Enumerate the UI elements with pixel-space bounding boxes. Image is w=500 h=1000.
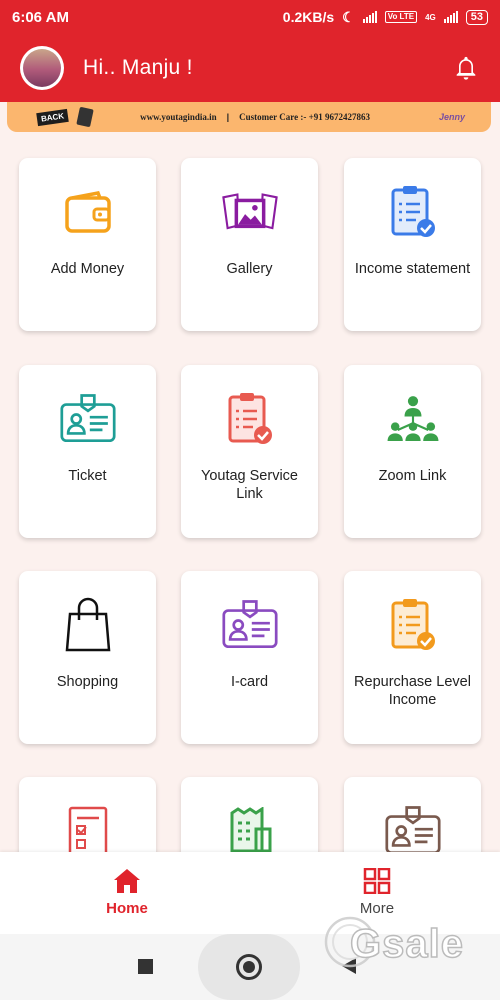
clipboard-check-icon	[222, 391, 278, 447]
system-home-button[interactable]	[198, 934, 300, 1000]
banner-separator: |	[226, 112, 230, 122]
receipt-icon	[222, 803, 278, 859]
menu-card-label: I-card	[230, 674, 269, 690]
status-bar: 6:06 AM 0.2KB/s ☾ Vo LTE 4G 53	[0, 0, 500, 34]
network-people-icon	[385, 391, 441, 447]
id-badge-icon	[221, 597, 278, 653]
promo-banner[interactable]: BACK www.youtagindia.in | Customer Care …	[7, 102, 491, 132]
clipboard-check-icon	[385, 184, 441, 240]
menu-card-label: Gallery	[226, 261, 273, 277]
status-time: 6:06 AM	[12, 8, 69, 26]
gallery-icon	[221, 184, 278, 240]
menu-card-label: Repurchase Level Income	[354, 674, 471, 708]
banner-back-label: BACK	[36, 108, 69, 126]
id-badge-icon	[59, 391, 116, 447]
home-icon	[114, 869, 140, 893]
circle-icon	[236, 954, 262, 980]
banner-customer-care: Customer Care :- +91 9672427863	[239, 112, 370, 122]
menu-card-ticket[interactable]: Ticket	[19, 365, 156, 538]
clipboard-check-icon	[385, 597, 441, 653]
menu-card-label: Zoom Link	[378, 468, 447, 484]
menu-card-label: Income statement	[354, 261, 471, 277]
menu-card-add-money[interactable]: Add Money	[19, 158, 156, 331]
bell-icon[interactable]	[452, 54, 480, 82]
shopping-bag-icon	[60, 597, 116, 653]
menu-card-i-card[interactable]: I-card	[181, 571, 318, 744]
app-header: Hi.. Manju !	[0, 34, 500, 102]
recents-icon[interactable]	[138, 959, 153, 974]
grid-icon	[363, 868, 391, 894]
watermark-text: Gsale	[349, 921, 464, 967]
greeting-text: Hi.. Manju !	[83, 56, 193, 79]
banner-tagline: Jenny	[438, 112, 465, 122]
menu-card-income-statement[interactable]: Income statement	[344, 158, 481, 331]
menu-card-youtag-service-link[interactable]: Youtag Service Link	[181, 365, 318, 538]
id-badge-icon	[384, 803, 441, 859]
checklist-icon	[60, 803, 116, 859]
moon-icon: ☾	[342, 8, 355, 25]
phone-graphic	[76, 106, 94, 128]
menu-card-label: Youtag Service Link	[200, 468, 298, 502]
volte-badge: Vo LTE	[384, 11, 418, 23]
wallet-icon	[60, 184, 116, 240]
signal-icon-2	[443, 11, 458, 23]
status-net-speed: 0.2KB/s	[282, 9, 335, 25]
banner-website: www.youtagindia.in	[140, 112, 217, 122]
nav-home-label: Home	[106, 900, 148, 917]
menu-card-label: Add Money	[50, 261, 125, 277]
menu-card-repurchase-level-income[interactable]: Repurchase Level Income	[344, 571, 481, 744]
avatar[interactable]	[20, 46, 64, 90]
menu-card-shopping[interactable]: Shopping	[19, 571, 156, 744]
menu-card-gallery[interactable]: Gallery	[181, 158, 318, 331]
menu-card-label: Ticket	[68, 468, 107, 484]
menu-card-zoom-link[interactable]: Zoom Link	[344, 365, 481, 538]
nav-home[interactable]: Home	[72, 868, 182, 917]
menu-card-label: Shopping	[56, 674, 119, 690]
battery-level: 53	[465, 9, 488, 25]
network-type: 4G	[425, 12, 436, 22]
signal-icon	[362, 11, 377, 23]
